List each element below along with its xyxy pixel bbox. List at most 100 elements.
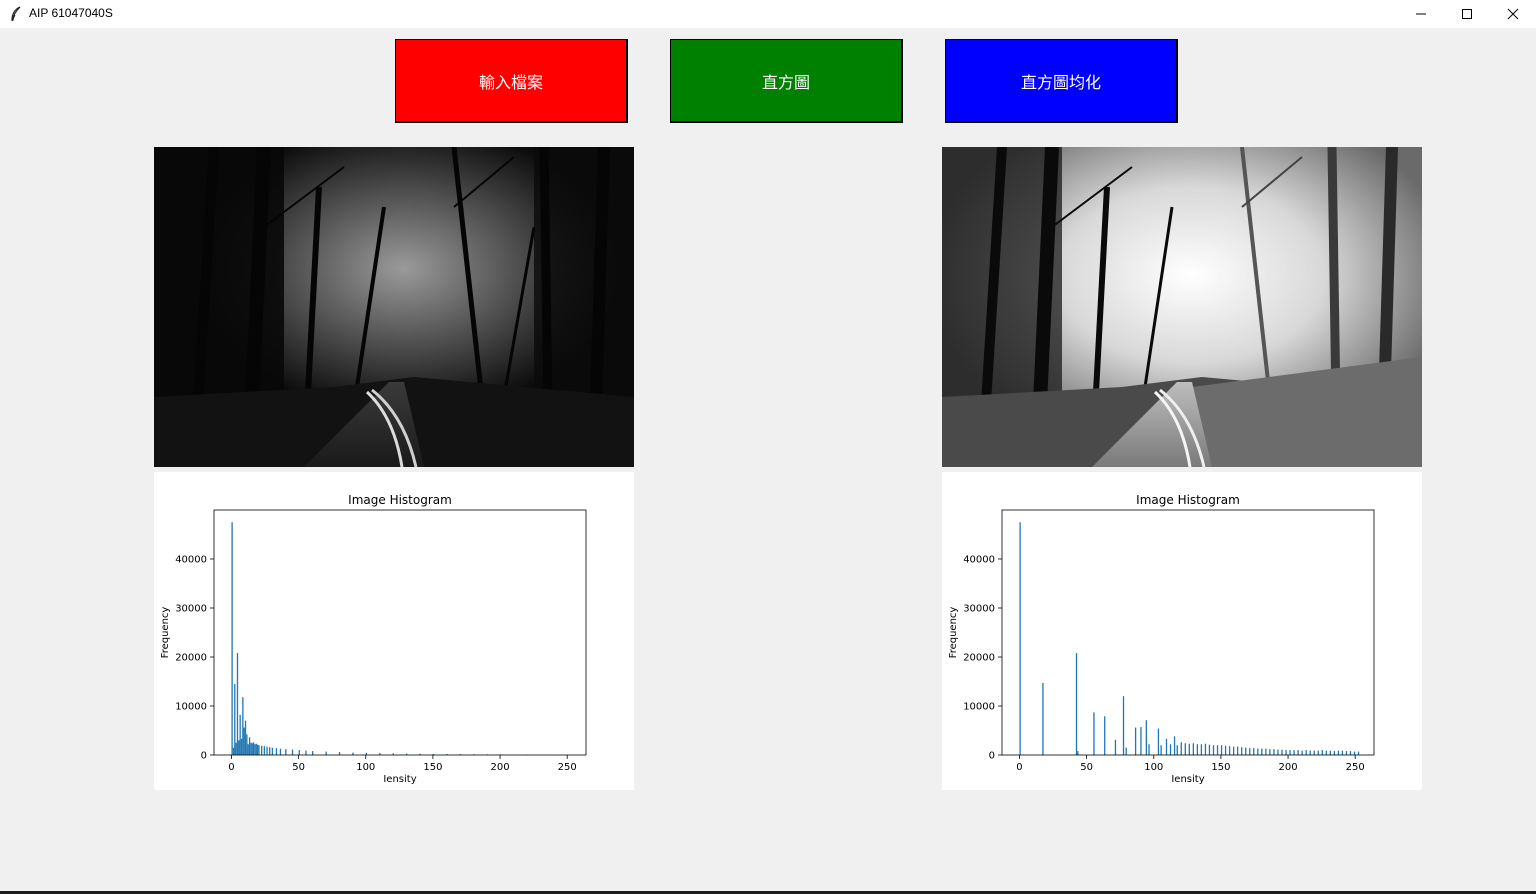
y-tick-label: 0 bbox=[201, 751, 207, 762]
histogram-bar bbox=[1301, 750, 1303, 755]
y-tick-label: 30000 bbox=[175, 604, 207, 615]
histogram-bar bbox=[275, 748, 278, 755]
original-histogram-panel: 0 50 100 150 200 250 0 10000 20000 30000 40000 Imag… bbox=[154, 472, 634, 790]
histogram-bar bbox=[261, 745, 263, 755]
input-file-label: 輸入檔案 bbox=[478, 72, 543, 92]
histogram-equalization-button[interactable]: 直方圖均化 bbox=[945, 39, 1178, 123]
equalized-image bbox=[942, 147, 1422, 467]
histogram-bar bbox=[1220, 745, 1223, 755]
histogram-bar bbox=[1313, 750, 1315, 755]
histogram-bar bbox=[1157, 728, 1160, 755]
histogram-bar bbox=[1333, 751, 1336, 755]
histogram-bar bbox=[1114, 739, 1117, 755]
histogram-bar bbox=[1019, 522, 1021, 755]
histogram-bar bbox=[1269, 749, 1271, 755]
chart-title: Image Histogram bbox=[348, 493, 452, 507]
histogram-bar bbox=[1228, 746, 1231, 755]
histogram-bar bbox=[252, 742, 255, 755]
equalized-histogram-chart: 0 50 100 150 200 250 0 10000 20000 30000 40000 Imag… bbox=[948, 493, 1375, 785]
histogram-bar bbox=[1145, 720, 1147, 755]
y-tick-label: 10000 bbox=[963, 702, 995, 713]
y-tick-label: 30000 bbox=[963, 604, 995, 615]
histogram-button[interactable]: 直方圖 bbox=[670, 39, 903, 123]
histogram-bar bbox=[279, 748, 282, 755]
histogram-bar bbox=[1216, 745, 1219, 755]
histogram-bar bbox=[266, 746, 268, 755]
histogram-bar bbox=[1325, 750, 1327, 755]
histogram-bar bbox=[1204, 743, 1207, 755]
histogram-bar bbox=[258, 745, 260, 755]
histogram-label: 直方圖 bbox=[761, 72, 810, 92]
histogram-bar bbox=[1317, 750, 1319, 755]
histogram-bar bbox=[1192, 743, 1195, 755]
histogram-bar bbox=[1232, 746, 1235, 755]
histogram-bar bbox=[238, 740, 240, 755]
histogram-bar bbox=[1273, 749, 1275, 755]
histogram-bar bbox=[240, 738, 243, 755]
histogram-bar bbox=[247, 744, 249, 755]
histogram-bar bbox=[1341, 750, 1344, 755]
histogram-bar bbox=[1237, 746, 1239, 755]
histogram-bar bbox=[235, 742, 237, 755]
histogram-equalization-label: 直方圖均化 bbox=[1020, 72, 1101, 92]
feather-icon bbox=[11, 6, 21, 22]
histogram-bar bbox=[1104, 716, 1106, 755]
histogram-bar bbox=[1196, 744, 1199, 755]
y-tick-label: 20000 bbox=[963, 653, 995, 664]
histogram-bar bbox=[1042, 682, 1044, 755]
histogram-bar bbox=[250, 742, 252, 755]
histogram-bar bbox=[251, 743, 253, 755]
x-tick-label: 0 bbox=[228, 762, 234, 773]
x-tick-label: 0 bbox=[1016, 762, 1022, 773]
histogram-bar bbox=[1257, 748, 1259, 755]
original-histogram-chart: 0 50 100 150 200 250 0 10000 20000 30000 40000 Imag… bbox=[160, 493, 587, 785]
original-image bbox=[154, 147, 634, 467]
histogram-bar bbox=[271, 747, 274, 755]
x-tick-label: 200 bbox=[1279, 762, 1298, 773]
maximize-button[interactable] bbox=[1444, 0, 1490, 28]
close-button[interactable] bbox=[1490, 0, 1536, 28]
histogram-bar bbox=[312, 751, 314, 755]
histogram-bar bbox=[298, 750, 300, 755]
histogram-bar bbox=[254, 744, 256, 755]
histogram-bar bbox=[1122, 696, 1125, 755]
histogram-bar bbox=[1305, 750, 1307, 755]
x-axis-label: Iensity bbox=[383, 774, 416, 785]
plot-frame bbox=[1001, 509, 1375, 756]
x-axis-label: Iensity bbox=[1171, 774, 1204, 785]
histogram-bar bbox=[231, 522, 233, 755]
histogram-bar bbox=[248, 737, 251, 755]
y-axis-label: Frequency bbox=[160, 607, 171, 659]
x-tick-label: 200 bbox=[491, 762, 510, 773]
chart-title: Image Histogram bbox=[1136, 493, 1240, 507]
y-tick-label: 20000 bbox=[175, 653, 207, 664]
histogram-bar bbox=[291, 749, 294, 755]
histogram-bar bbox=[244, 720, 247, 755]
histogram-bar bbox=[1075, 653, 1078, 755]
input-file-button[interactable]: 輸入檔案 bbox=[395, 39, 628, 123]
x-tick-label: 50 bbox=[1080, 762, 1093, 773]
histogram-bar bbox=[1208, 744, 1211, 755]
histogram-bar bbox=[1337, 750, 1340, 755]
histogram-bar bbox=[1160, 745, 1162, 755]
histogram-bar bbox=[1265, 748, 1267, 755]
histogram-bar bbox=[1329, 750, 1331, 755]
histogram-bar bbox=[263, 746, 265, 755]
x-tick-label: 250 bbox=[1346, 762, 1365, 773]
histogram-bar bbox=[1125, 747, 1127, 755]
histogram-bar bbox=[246, 734, 248, 755]
histogram-bar bbox=[1309, 750, 1311, 755]
histogram-bar bbox=[1353, 751, 1356, 755]
histogram-bar bbox=[1249, 748, 1251, 755]
histogram-bar bbox=[239, 714, 241, 755]
histogram-bar bbox=[1277, 749, 1279, 755]
minimize-button[interactable] bbox=[1398, 0, 1444, 28]
x-tick-label: 100 bbox=[1144, 762, 1163, 773]
histogram-bar bbox=[243, 727, 245, 755]
histogram-bar bbox=[256, 744, 259, 755]
histogram-bar bbox=[1134, 727, 1137, 755]
window-title-bar: AIP 61047040S bbox=[0, 0, 1536, 28]
histogram-bar bbox=[232, 747, 235, 755]
histogram-bar bbox=[1212, 745, 1215, 755]
histogram-bar bbox=[1293, 750, 1295, 755]
